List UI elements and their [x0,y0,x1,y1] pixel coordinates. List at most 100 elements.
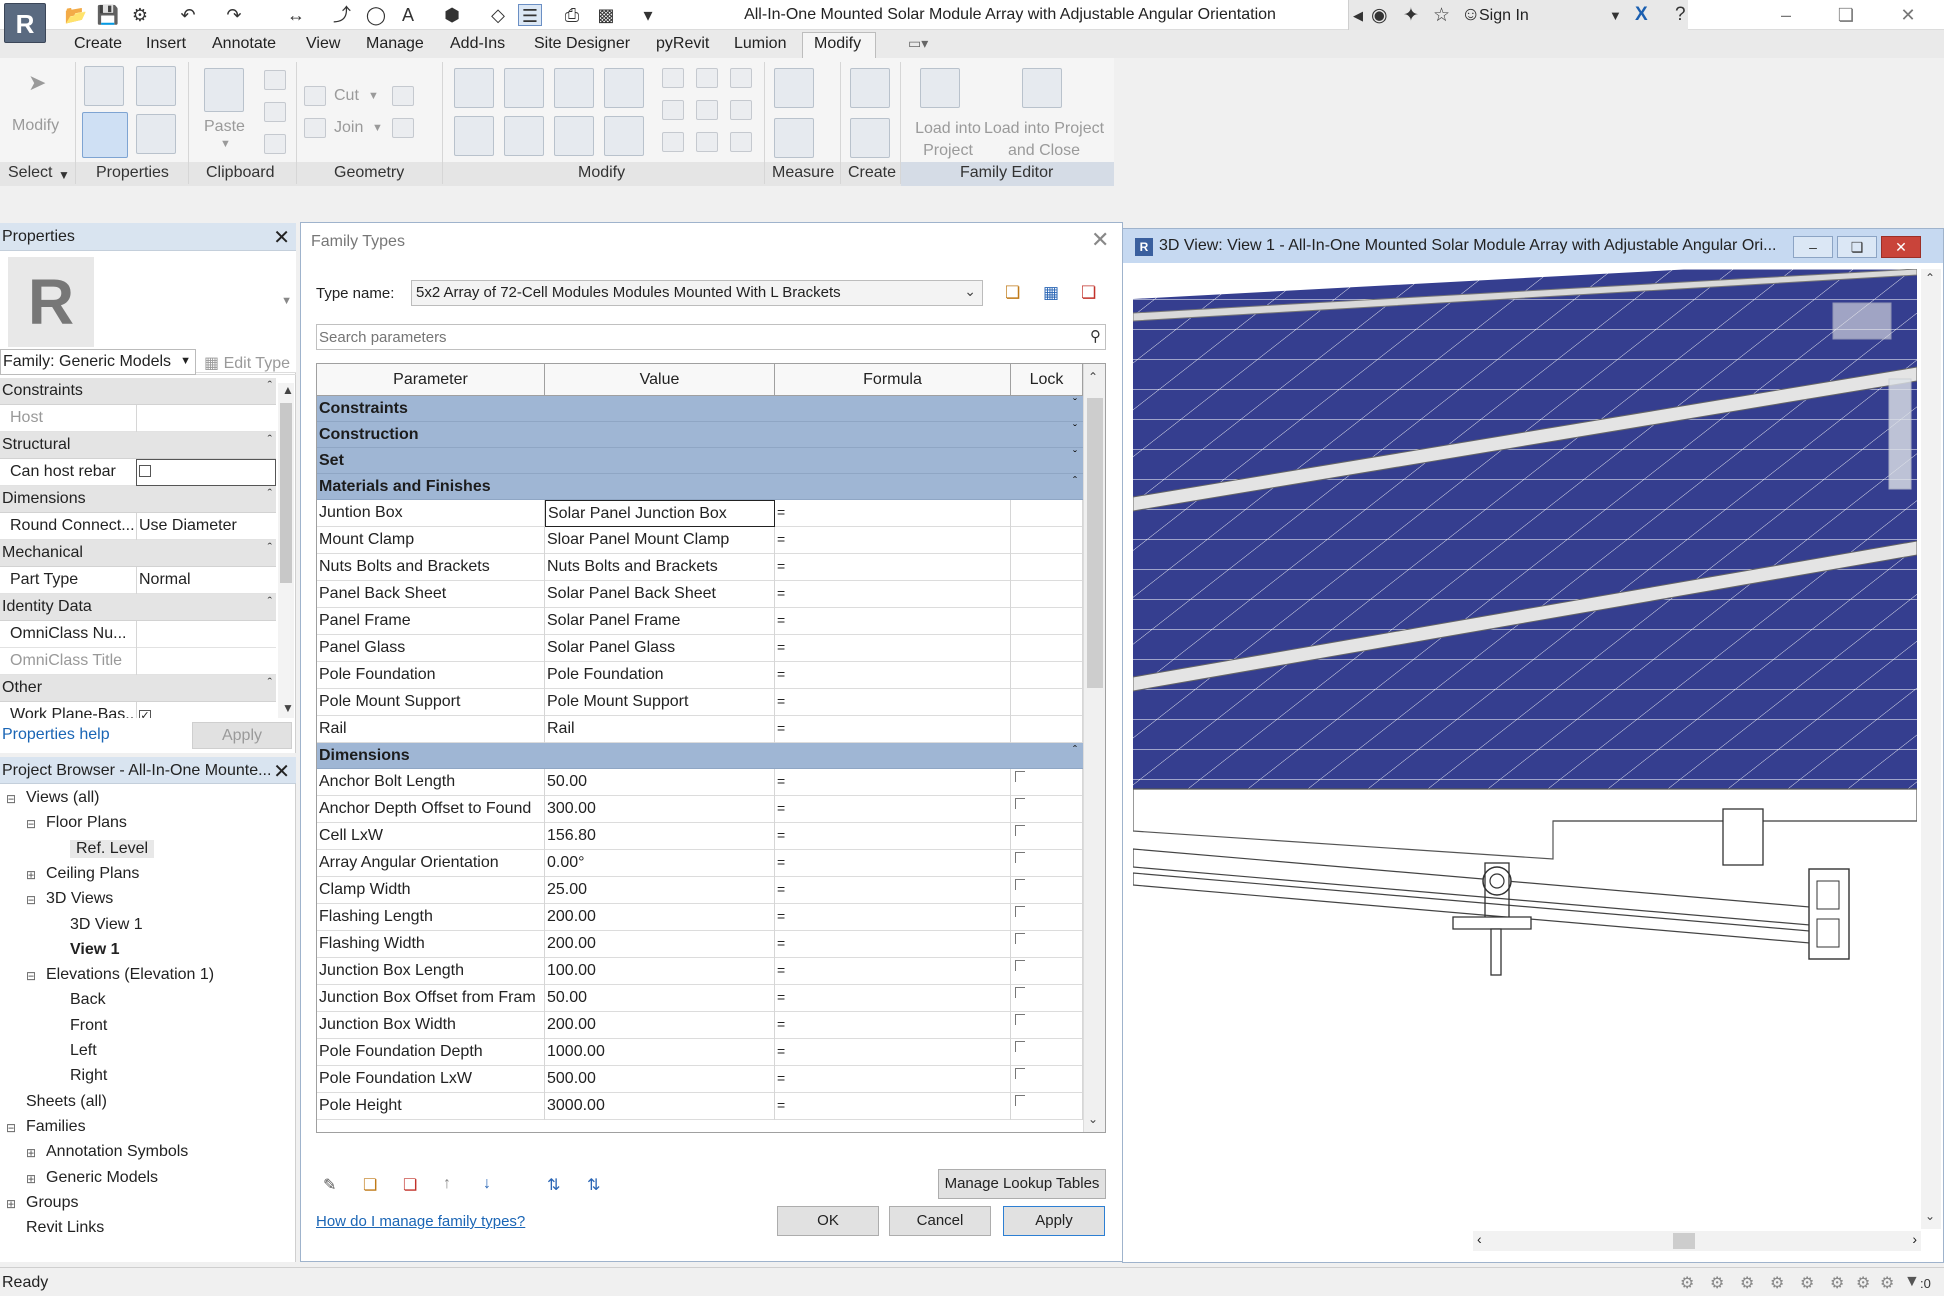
scroll-thumb[interactable] [280,403,292,583]
type-selector-dropdown-icon[interactable]: ▼ [281,295,292,307]
lock-checkbox[interactable] [1015,960,1025,971]
param-formula[interactable]: = [775,554,1011,581]
lock-checkbox[interactable] [1015,879,1025,890]
sort-ascending-icon[interactable]: ⇅ [547,1175,560,1195]
offset-icon[interactable] [504,68,544,108]
paste-dropdown-icon[interactable]: ▼ [220,138,231,150]
param-lock-cell[interactable] [1011,850,1083,877]
scroll-thumb[interactable] [1087,398,1103,688]
view-vertical-scrollbar[interactable]: ⌃ ⌄ [1921,269,1941,1229]
param-group-header[interactable]: Set ˇ [317,448,1083,474]
edit-parameter-icon[interactable]: ✎ [323,1175,336,1195]
tab-view[interactable]: View [306,35,340,53]
param-value[interactable]: 50.00 [545,985,775,1012]
tree-item[interactable]: 3D View 1 [70,916,143,934]
split-face-icon[interactable] [392,118,414,138]
scroll-down-icon[interactable]: ▼ [282,701,294,715]
restore-icon[interactable]: ❏ [1837,236,1877,258]
tree-item[interactable]: Families [26,1118,86,1136]
select-links-icon[interactable]: ⚙ [1740,1273,1754,1293]
paste-icon[interactable] [204,68,244,112]
param-value[interactable]: 3000.00 [545,1093,775,1120]
sort-descending-icon[interactable]: ⇅ [587,1175,600,1195]
collapse-icon[interactable]: ˆ [268,594,272,609]
tree-item[interactable]: Revit Links [26,1219,104,1237]
param-formula[interactable]: = [775,985,1011,1012]
param-group-header[interactable]: Constraints ˇ [317,396,1083,422]
scroll-down-icon[interactable]: ⌄ [1088,1112,1098,1126]
apply-button[interactable]: Apply [1003,1206,1105,1236]
select-by-face-icon[interactable]: ⚙ [1830,1273,1844,1293]
param-formula[interactable]: = [775,1012,1011,1039]
manage-lookup-tables-button[interactable]: Manage Lookup Tables [938,1169,1106,1199]
scale-icon[interactable] [696,100,718,120]
work-plane-checkbox[interactable]: ✓ [136,702,276,718]
lock-checkbox[interactable] [1015,1041,1025,1052]
param-lock-cell[interactable] [1011,608,1083,635]
param-lock-cell[interactable] [1011,662,1083,689]
param-lock-cell[interactable] [1011,1012,1083,1039]
param-lock-cell[interactable] [1011,931,1083,958]
select-pinned-icon[interactable]: ⚙ [1800,1273,1814,1293]
param-group-header[interactable]: Materials and Finishes ˆ [317,474,1083,500]
lock-checkbox[interactable] [1015,852,1025,863]
param-value[interactable]: 200.00 [545,904,775,931]
scroll-up-icon[interactable]: ⌃ [1088,370,1098,384]
match-properties-icon[interactable] [264,134,286,154]
param-lock-cell[interactable] [1011,527,1083,554]
tab-add-ins[interactable]: Add-Ins [450,35,505,53]
new-type-icon[interactable]: ❏ [1005,283,1020,303]
column-header-formula[interactable]: Formula [775,364,1011,396]
param-group-header[interactable]: Construction ˇ [317,422,1083,448]
ribbon-minimize-icon[interactable]: ▭▾ [908,35,928,52]
tree-item[interactable]: Annotation Symbols [46,1143,188,1161]
param-value[interactable]: 200.00 [545,931,775,958]
new-parameter-icon[interactable]: ❏ [363,1175,377,1195]
param-value[interactable]: Pole Mount Support [545,689,775,716]
tree-toggle-icon[interactable]: ⊞ [6,1197,16,1211]
column-header-lock[interactable]: Lock [1011,364,1083,396]
param-formula[interactable]: = [775,823,1011,850]
trim-multiple-icon[interactable] [696,132,718,152]
scroll-down-icon[interactable]: ⌄ [1925,1209,1935,1223]
family-category-icon[interactable] [136,66,176,106]
join-dropdown-icon[interactable]: ▼ [372,122,383,134]
param-formula[interactable]: = [775,850,1011,877]
lock-checkbox[interactable] [1015,1095,1025,1106]
family-filter-select[interactable]: Family: Generic Models ▼ [0,349,196,375]
lock-checkbox[interactable] [1015,933,1025,944]
load-into-project-button[interactable]: Load into Project [906,118,990,162]
collapse-icon[interactable]: ˆ [268,378,272,393]
tab-lumion[interactable]: Lumion [734,35,786,53]
tab-site-designer[interactable]: Site Designer [534,35,630,53]
select-dropdown-icon[interactable]: ▼ [58,168,70,182]
collapse-arrow-icon[interactable]: ◀ [1353,8,1363,24]
load-into-project-icon[interactable] [920,68,960,108]
measure-icon[interactable]: ↔ [284,4,308,26]
param-formula[interactable]: = [775,931,1011,958]
tree-item[interactable]: Sheets (all) [26,1093,107,1111]
tab-modify[interactable]: Modify [814,35,861,53]
modify-button[interactable]: Modify [12,117,59,135]
tree-item[interactable]: Views (all) [26,789,100,807]
scroll-up-icon[interactable]: ▲ [282,383,294,397]
trim-single-icon[interactable] [662,132,684,152]
tree-item[interactable]: Elevations (Elevation 1) [46,966,214,984]
cut-dropdown-icon[interactable]: ▼ [368,90,379,102]
join-icon[interactable] [304,118,326,138]
param-value[interactable]: Solar Panel Back Sheet [545,581,775,608]
param-value[interactable]: 500.00 [545,1066,775,1093]
param-value[interactable]: Solar Panel Glass [545,635,775,662]
collapse-icon[interactable]: ˆ [268,486,272,501]
close-icon[interactable]: ✕ [273,225,290,250]
measure-between-icon[interactable] [774,68,814,108]
scroll-left-icon[interactable]: ‹ [1477,1231,1482,1247]
join-button[interactable]: Join [334,119,363,137]
tree-item[interactable]: Left [70,1042,97,1060]
param-formula[interactable]: = [775,958,1011,985]
collapse-icon[interactable]: ˆ [268,432,272,447]
param-lock-cell[interactable] [1011,716,1083,743]
tree-toggle-icon[interactable]: ⊞ [26,868,36,882]
param-lock-cell[interactable] [1011,796,1083,823]
param-formula[interactable]: = [775,662,1011,689]
